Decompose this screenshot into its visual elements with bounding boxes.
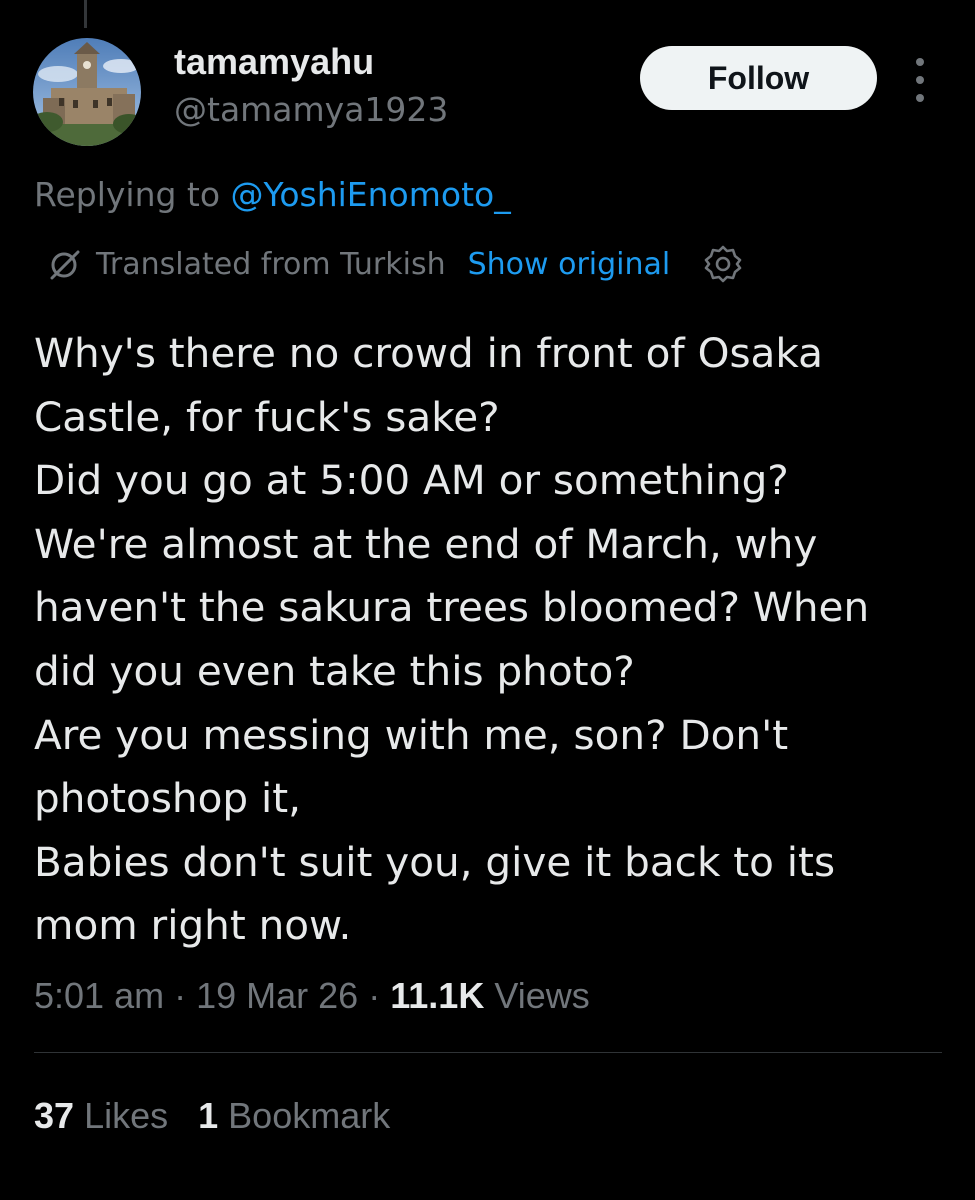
likes-label: Likes: [84, 1095, 169, 1136]
display-name[interactable]: tamamyahu: [174, 40, 374, 84]
tweet-text-line: Did you go at 5:00 AM or something?: [34, 456, 789, 505]
tweet-text-line: Babies don't suit you, give it back to i…: [34, 837, 836, 886]
bookmarks-count: 1: [198, 1095, 219, 1136]
engagement-stats: 37 Likes 1 Bookmark: [34, 1092, 390, 1140]
tweet-text-line: We're almost at the end of March, why: [34, 519, 818, 568]
translation-bar: Translated from Turkish Show original: [46, 242, 744, 286]
tweet-text-line: photoshop it,: [34, 774, 301, 823]
tweet-text-line: Why's there no crowd in front of Osaka: [34, 329, 823, 377]
replying-to-line: Replying to @YoshiEnomoto_: [34, 172, 511, 218]
tweet-date[interactable]: 19 Mar 26: [196, 975, 358, 1016]
follow-button[interactable]: Follow: [640, 46, 877, 110]
tweet-text-line: Are you messing with me, son? Don't: [34, 710, 789, 759]
avatar[interactable]: [33, 38, 141, 146]
views-count[interactable]: 11.1K: [390, 975, 484, 1016]
views-label: Views: [494, 975, 590, 1016]
tweet-text-line: haven't the sakura trees bloomed? When: [34, 583, 870, 632]
translate-icon: [50, 250, 80, 280]
likes-stat[interactable]: 37 Likes: [34, 1095, 168, 1136]
replying-to-label: Replying to: [34, 175, 221, 214]
show-original-link[interactable]: Show original: [468, 247, 671, 282]
tweet-text-line: Castle, for fuck's sake?: [34, 392, 500, 441]
thread-connector-line: [84, 0, 87, 28]
tweet-time[interactable]: 5:01 am: [34, 975, 164, 1016]
bookmarks-stat[interactable]: 1 Bookmark: [198, 1095, 390, 1136]
meta-separator: ·: [368, 975, 381, 1016]
more-options-button[interactable]: [908, 58, 932, 102]
reply-mention-link[interactable]: @YoshiEnomoto_: [231, 175, 511, 214]
likes-count: 37: [34, 1095, 75, 1136]
divider: [34, 1052, 942, 1053]
tweet-text-line: mom right now.: [34, 901, 352, 950]
translated-from-label: Translated from Turkish: [96, 246, 446, 282]
user-handle[interactable]: @tamamya1923: [174, 88, 448, 132]
gear-icon[interactable]: [702, 243, 744, 285]
meta-separator: ·: [174, 975, 187, 1016]
tweet-text: Why's there no crowd in front of Osaka C…: [34, 322, 954, 958]
bookmarks-label: Bookmark: [228, 1095, 391, 1136]
tweet-metadata: 5:01 am · 19 Mar 26 · 11.1K Views: [34, 972, 590, 1020]
tweet-text-line: did you even take this photo?: [34, 646, 635, 695]
more-dots-icon: [916, 58, 924, 66]
